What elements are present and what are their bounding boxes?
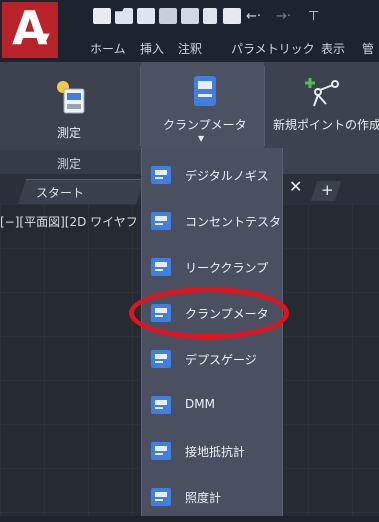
dropdown-item-label: デプスゲージ [185, 353, 257, 367]
ribbon-separator [264, 66, 265, 146]
new-file-icon[interactable] [93, 8, 111, 24]
dropdown-item-label: 照度計 [185, 491, 222, 505]
clamp-meter-label: クランプメータ [163, 118, 247, 132]
dropdown-item-label: 接地抵抗計 [185, 445, 246, 459]
app-logo-letter: A [12, 1, 48, 55]
tab-annotate[interactable]: 注釈 [178, 40, 202, 57]
dropdown-item[interactable]: デプスゲージ [141, 336, 281, 384]
save-icon[interactable] [137, 8, 155, 24]
undo-icon[interactable]: ←· [246, 10, 261, 24]
dropdown-item[interactable]: デジタルノギス [141, 152, 281, 200]
chevron-down-icon: ▼ [42, 32, 50, 43]
meter-icon [151, 212, 171, 230]
dropdown-item[interactable]: 照度計 [141, 474, 281, 522]
meter-icon [151, 442, 171, 460]
redo-icon[interactable]: →· [276, 10, 291, 24]
chevron-down-icon[interactable]: ▼ [198, 134, 204, 143]
clamp-meter-icon [192, 75, 218, 107]
plus-icon: + [321, 181, 334, 199]
meter-icon [151, 258, 171, 276]
measure-icon [52, 77, 90, 115]
print-icon[interactable] [223, 8, 241, 24]
panel-title: 測定 [57, 157, 82, 171]
dropdown-item[interactable]: 接地抵抗計 [141, 428, 281, 476]
dropdown-item-label: リーククランプ [185, 261, 269, 275]
save-as-icon[interactable] [159, 8, 177, 24]
dropdown-item-label: デジタルノギス [185, 169, 269, 183]
highlight-ellipse [129, 287, 289, 339]
tab-insert[interactable]: 挿入 [140, 40, 164, 57]
dropdown-item[interactable]: DMM [141, 382, 281, 430]
meter-icon [151, 350, 171, 368]
meter-icon [151, 396, 171, 414]
new-point-icon [304, 74, 344, 108]
tab-start-label: スタート [36, 186, 85, 200]
viewport-controls[interactable]: [−][平面図][2D ワイヤフ [0, 213, 138, 230]
dropdown-item-label: DMM [185, 397, 215, 411]
tab-manage[interactable]: 管 [362, 40, 374, 57]
meter-icon [151, 488, 171, 506]
dropdown-item[interactable]: コンセントテスタ [141, 198, 281, 246]
tab-view[interactable]: 表示 [321, 40, 345, 57]
customize-dropdown-icon[interactable]: ⊤ [308, 10, 319, 24]
tab-parametric[interactable]: パラメトリック [231, 40, 315, 57]
tab-home[interactable]: ホーム [90, 40, 126, 57]
dropdown-item[interactable]: リーククランプ [141, 244, 281, 292]
publish-icon[interactable] [181, 8, 199, 24]
plot-icon[interactable] [203, 8, 217, 24]
new-point-label[interactable]: 新規ポイントの作成 [273, 116, 379, 133]
measure-label: 測定 [57, 126, 82, 140]
application-menu-button[interactable]: A ▼ [2, 1, 58, 58]
close-icon[interactable]: ✕ [289, 177, 302, 196]
dropdown-item-label: コンセントテスタ [185, 215, 282, 229]
meter-icon [151, 166, 171, 184]
